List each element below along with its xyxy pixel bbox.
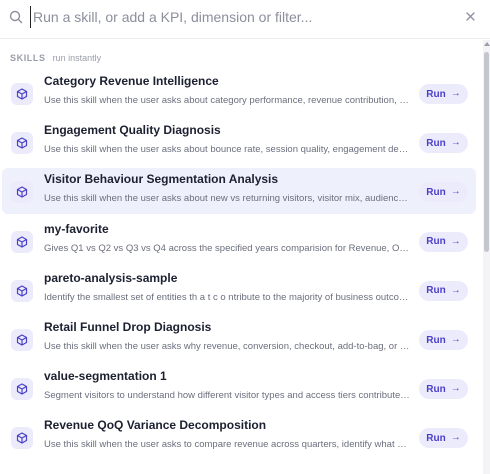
skill-row[interactable]: value-segmentation 1 Segment visitors to… — [2, 365, 476, 411]
skill-description: Use this skill when the user asks about … — [44, 193, 411, 205]
run-button[interactable]: Run → — [419, 330, 468, 350]
skill-row[interactable]: my-favorite Gives Q1 vs Q2 vs Q3 vs Q4 a… — [2, 218, 476, 264]
skill-description: Use this skill when the user asks to com… — [44, 439, 411, 451]
skill-title: Retail Funnel Drop Diagnosis — [44, 320, 212, 334]
arrow-right-icon: → — [450, 383, 461, 395]
arrow-right-icon: → — [450, 235, 461, 247]
skill-row[interactable]: Engagement Quality Diagnosis Use this sk… — [2, 119, 476, 165]
cube-icon — [11, 230, 33, 253]
skill-row[interactable]: Retail Funnel Drop Diagnosis Use this sk… — [2, 316, 476, 362]
run-label: Run — [426, 88, 446, 100]
section-subtitle: run instantly — [52, 53, 102, 63]
arrow-right-icon: → — [450, 432, 461, 444]
skill-title: Revenue QoQ Variance Decomposition — [44, 418, 267, 433]
search-input[interactable] — [30, 6, 450, 28]
skill-title: Category Revenue Intelligence — [44, 74, 219, 88]
arrow-right-icon: → — [450, 88, 461, 99]
skill-row[interactable]: Category Revenue Intelligence Use this s… — [2, 70, 476, 116]
run-button[interactable]: Run → — [419, 280, 468, 301]
skill-description: Use this skill when the user asks about … — [44, 144, 411, 156]
cube-icon — [11, 279, 33, 302]
section-header: SKILLS run instantly — [10, 53, 101, 63]
scrollbar-thumb[interactable] — [484, 52, 489, 252]
run-button[interactable]: Run → — [419, 182, 468, 203]
skill-title: value-segmentation 1 — [44, 369, 167, 384]
cube-icon — [11, 427, 33, 450]
arrow-right-icon: → — [450, 137, 461, 149]
search-icon — [9, 10, 25, 26]
scroll-up-arrow-icon[interactable] — [483, 40, 490, 48]
run-label: Run — [426, 432, 446, 444]
run-label: Run — [426, 137, 446, 149]
run-label: Run — [426, 236, 446, 248]
cube-icon — [11, 329, 33, 351]
run-button[interactable]: Run → — [419, 428, 468, 449]
cube-icon — [11, 181, 33, 204]
run-button[interactable]: Run → — [419, 379, 468, 400]
skill-row[interactable]: Revenue QoQ Variance Decomposition Use t… — [2, 414, 476, 460]
skill-description: Identify the smallest set of entities th… — [44, 291, 411, 303]
run-button[interactable]: Run → — [419, 84, 468, 104]
skill-description: Use this skill when the user asks why re… — [44, 341, 411, 352]
arrow-right-icon: → — [450, 284, 461, 296]
section-title: SKILLS — [10, 53, 46, 63]
skill-title: my-favorite — [44, 221, 109, 236]
close-icon[interactable] — [462, 8, 478, 24]
skill-title: Engagement Quality Diagnosis — [44, 123, 221, 138]
run-label: Run — [426, 334, 446, 346]
skill-title: Visitor Behaviour Segmentation Analysis — [44, 172, 279, 187]
skill-description: Segment visitors to understand how diffe… — [44, 390, 411, 402]
run-label: Run — [426, 186, 446, 198]
arrow-right-icon: → — [450, 186, 461, 198]
run-button[interactable]: Run → — [419, 133, 468, 154]
arrow-right-icon: → — [450, 334, 461, 345]
skill-description: Use this skill when the user asks about … — [44, 95, 411, 106]
cube-icon — [11, 378, 33, 401]
skill-row[interactable]: pareto-analysis-sample Identify the smal… — [2, 267, 476, 313]
cube-icon — [11, 132, 33, 155]
skill-title: pareto-analysis-sample — [44, 270, 178, 285]
search-bar — [0, 0, 490, 39]
run-label: Run — [426, 285, 446, 297]
skill-description: Gives Q1 vs Q2 vs Q3 vs Q4 across the sp… — [44, 242, 411, 254]
skill-row[interactable]: Visitor Behaviour Segmentation Analysis … — [2, 168, 476, 215]
run-label: Run — [426, 383, 446, 395]
cube-icon — [11, 83, 33, 105]
run-button[interactable]: Run → — [419, 231, 468, 252]
